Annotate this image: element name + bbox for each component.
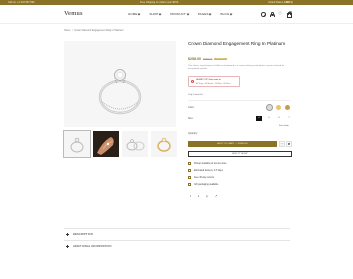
- product-short-description: This classic ring features a brilliant-c…: [188, 65, 285, 70]
- wishlist-icon[interactable]: [278, 11, 282, 16]
- countdown-title: HURRY UP! Sale ends in:: [196, 79, 222, 81]
- feature-item: Free 30-day returns: [188, 176, 214, 179]
- clock-icon: [191, 79, 194, 83]
- sale-countdown: HURRY UP! Sale ends in: 00 Days : 00 Hou…: [188, 76, 240, 87]
- color-swatch-rose-gold[interactable]: [285, 105, 290, 110]
- ring-image: [98, 69, 142, 115]
- add-to-cart-button[interactable]: ADD TO CART — $258.00: [188, 141, 277, 147]
- feature-text: Pickup available at Vemus store: [194, 162, 227, 165]
- nav-item-pages[interactable]: PAGES: [198, 12, 212, 16]
- product-price: $258.00: [188, 57, 201, 61]
- site-logo[interactable]: Vemus: [64, 10, 83, 17]
- price-row: $258.00 $288.00 -10% OFF: [188, 57, 227, 61]
- size-option[interactable]: 7: [286, 116, 292, 121]
- compare-button[interactable]: ⇄: [286, 141, 292, 147]
- chevron-down-icon: [158, 12, 162, 15]
- feature-icon: [188, 162, 191, 165]
- nav-item-shop[interactable]: SHOP: [149, 12, 162, 16]
- size-option[interactable]: 6: [276, 116, 282, 121]
- x-icon[interactable]: x: [198, 194, 199, 198]
- divider: [188, 100, 290, 101]
- ring-thumb-image: [70, 137, 84, 153]
- size-options: 4 5 6 7: [256, 116, 292, 121]
- nav-item-label: BLOG: [220, 12, 230, 16]
- nav-item-label: HOME: [128, 12, 138, 16]
- nav-item-label: PAGES: [197, 12, 209, 16]
- product-main-image[interactable]: [64, 41, 176, 127]
- wishlist-button[interactable]: ♡: [279, 141, 285, 147]
- nav-item-product[interactable]: PRODUCT: [170, 12, 190, 16]
- feature-text: Free 30-day returns: [194, 176, 215, 179]
- gold-ring-thumb-image: [157, 137, 171, 152]
- chevron-down-icon: [209, 12, 212, 15]
- cart-icon[interactable]: 0: [286, 10, 293, 18]
- thumbnail-2[interactable]: [93, 131, 119, 157]
- countdown-timer: 00 Days : 00 Hours : 00 Mins : 00 Secs: [196, 82, 231, 85]
- pinterest-icon[interactable]: p: [206, 194, 208, 198]
- chevron-down-icon: [229, 12, 233, 15]
- plus-icon: [66, 233, 69, 235]
- nav-item-label: SHOP: [149, 12, 159, 16]
- plus-icon: [66, 245, 69, 247]
- feature-icon: [188, 183, 191, 186]
- accordion-description[interactable]: DESCRIPTION: [64, 228, 290, 239]
- main-nav: HOME SHOP PRODUCT PAGES BLOG: [128, 12, 233, 16]
- stock-text: Only 5 item left: [188, 94, 203, 96]
- thumbnail-3[interactable]: [122, 131, 148, 157]
- heart-icon: ♡: [280, 142, 284, 147]
- feature-text: Gift packaging available: [194, 183, 219, 186]
- cart-count-badge: 0: [289, 10, 292, 14]
- header-actions: 0: [261, 10, 293, 18]
- size-guide-link[interactable]: Size Guide: [279, 125, 289, 127]
- accordion-label: DESCRIPTION: [73, 233, 93, 236]
- feature-item: Gift packaging available: [188, 183, 218, 186]
- product-info: Crown Diamond Engagement Ring In Platinu…: [188, 41, 292, 198]
- feature-item: Pickup available at Vemus store: [188, 162, 227, 165]
- nav-item-blog[interactable]: BLOG: [220, 12, 233, 16]
- breadcrumb-separator: /: [71, 29, 73, 32]
- color-swatches: [265, 103, 290, 112]
- hand-thumb-image: [97, 137, 114, 155]
- share-icon[interactable]: ↗: [215, 194, 217, 198]
- feature-icon: [188, 169, 191, 172]
- size-option[interactable]: 5: [266, 116, 272, 121]
- breadcrumb-home[interactable]: Home: [64, 29, 70, 32]
- nav-item-label: PRODUCT: [170, 12, 186, 16]
- buy-now-button[interactable]: BUY IT NOW: [188, 151, 292, 157]
- feature-icon: [188, 176, 191, 179]
- search-icon[interactable]: [261, 12, 266, 17]
- accordion-label: ADDITIONAL INFORMATION: [73, 245, 112, 248]
- product-thumbnails: [63, 130, 177, 158]
- color-swatch-gold[interactable]: [276, 105, 281, 110]
- size-option[interactable]: 4: [256, 116, 262, 121]
- chevron-down-icon: [137, 12, 141, 15]
- facebook-icon[interactable]: f: [190, 194, 191, 198]
- color-label: Color:: [188, 106, 195, 109]
- discount-badge: -10% OFF: [214, 57, 227, 61]
- feature-text: Estimated delivery: 3-5 days: [194, 169, 223, 172]
- product-old-price: $288.00: [203, 57, 213, 61]
- quantity-label: Quantity:: [188, 132, 198, 135]
- feature-item: Estimated delivery: 3-5 days: [188, 169, 223, 172]
- size-label: Size:: [188, 117, 194, 120]
- social-share: f x p ↗: [190, 194, 217, 198]
- chevron-down-icon: [186, 12, 190, 15]
- breadcrumb-current: Crown Diamond Engagement Ring In Platinu…: [74, 29, 124, 32]
- color-swatch-silver[interactable]: [265, 103, 274, 112]
- rings-thumb-image: [126, 139, 145, 151]
- thumbnail-4[interactable]: [151, 131, 177, 157]
- breadcrumb: Home / Crown Diamond Engagement Ring In …: [64, 29, 124, 32]
- compare-icon: ⇄: [287, 142, 291, 146]
- product-title: Crown Diamond Engagement Ring In Platinu…: [188, 41, 286, 46]
- site-header: Vemus HOME SHOP PRODUCT PAGES BLOG 0: [0, 5, 353, 24]
- thumbnail-1[interactable]: [63, 130, 91, 158]
- accordion-additional-info[interactable]: ADDITIONAL INFORMATION: [64, 240, 290, 251]
- nav-item-home[interactable]: HOME: [128, 12, 141, 16]
- account-icon[interactable]: [269, 12, 275, 17]
